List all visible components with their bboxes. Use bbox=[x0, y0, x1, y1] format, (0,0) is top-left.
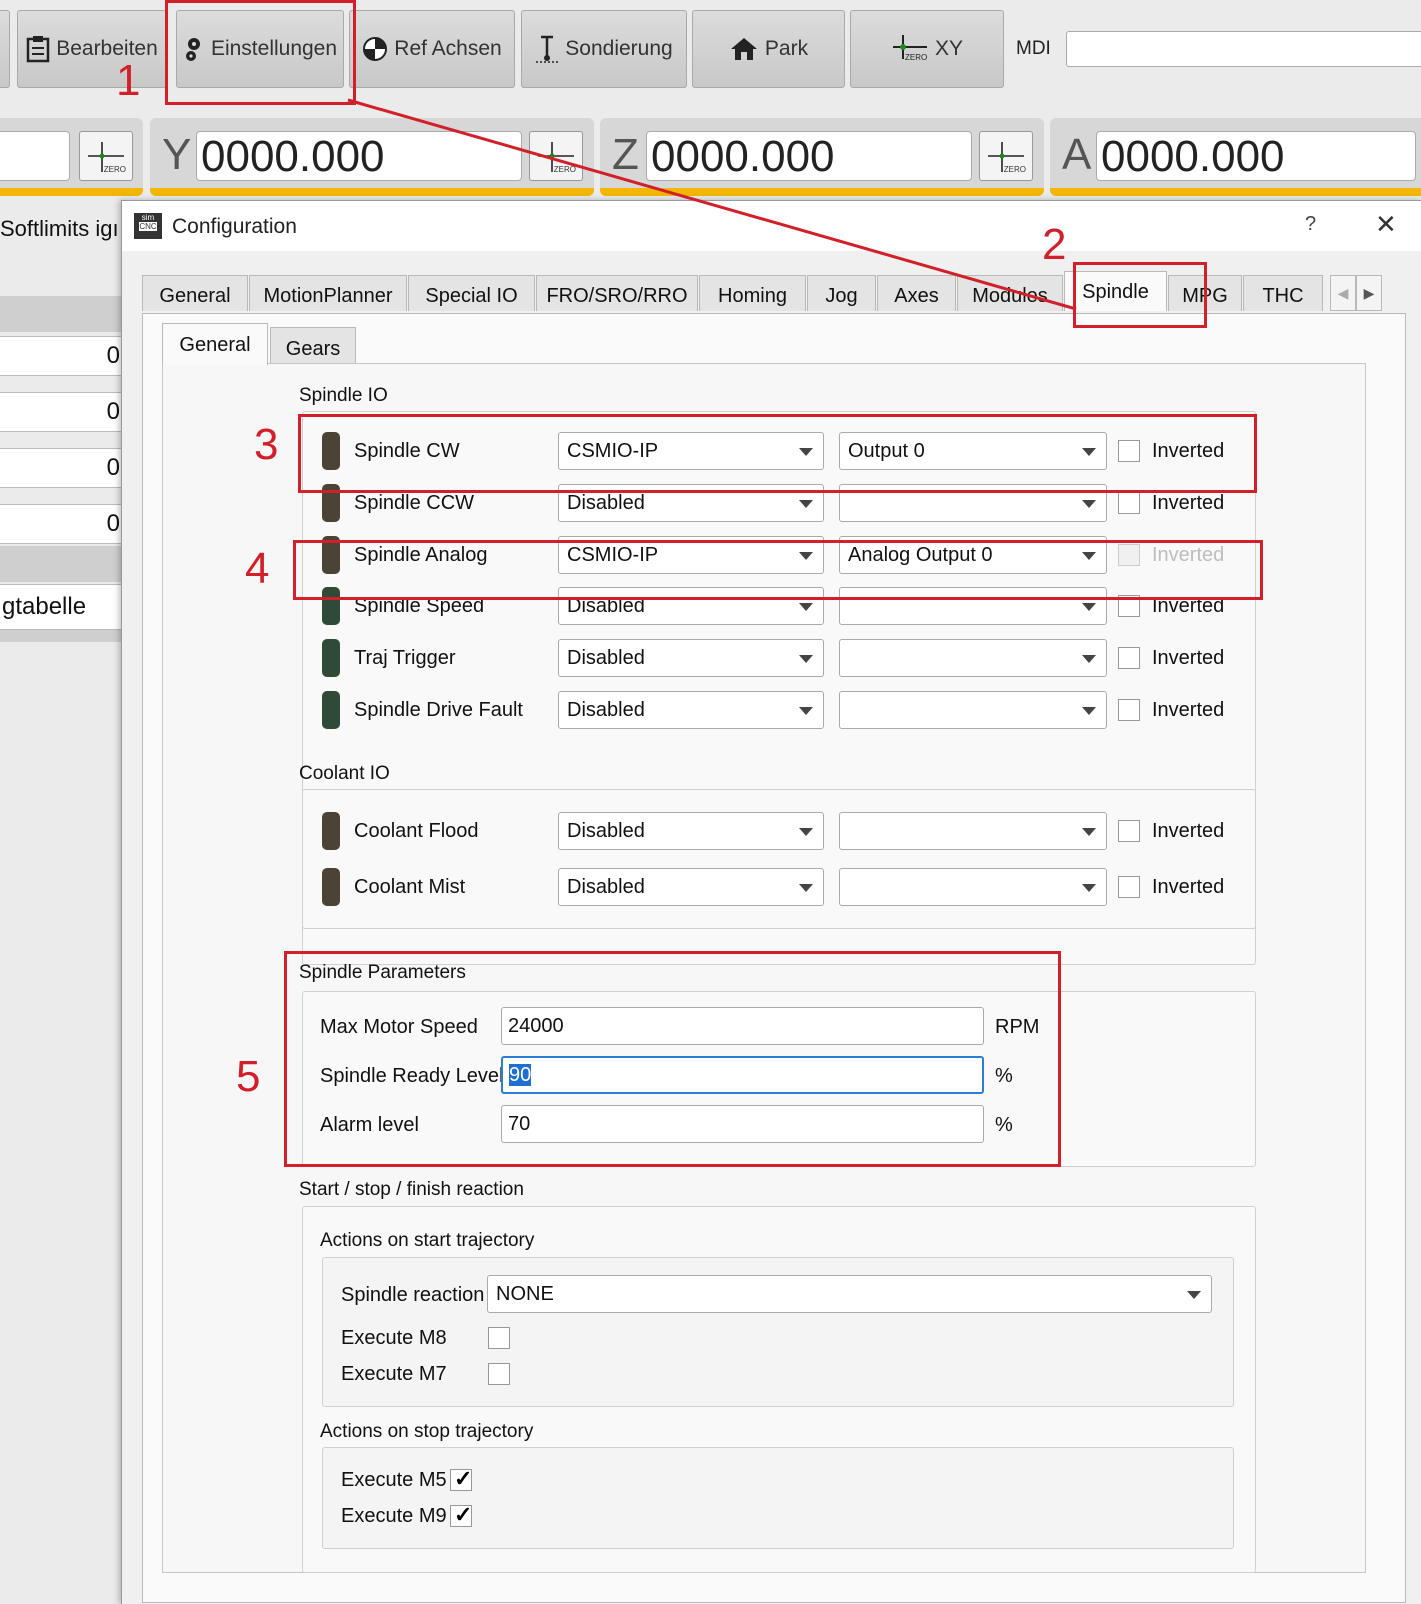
annotation-box-5 bbox=[284, 951, 1061, 1167]
annotation-box-4 bbox=[293, 540, 1263, 600]
annotation-box-1 bbox=[165, 0, 356, 105]
annotation-number-4: 4 bbox=[245, 544, 270, 593]
annotation-box-2 bbox=[1073, 262, 1207, 328]
annotation-connector-line bbox=[347, 98, 1077, 311]
annotation-number-3: 3 bbox=[254, 420, 279, 469]
annotation-number-2: 2 bbox=[1042, 220, 1067, 269]
annotation-number-5: 5 bbox=[236, 1052, 261, 1101]
annotation-number-1: 1 bbox=[116, 56, 141, 105]
annotation-box-3 bbox=[298, 414, 1257, 493]
